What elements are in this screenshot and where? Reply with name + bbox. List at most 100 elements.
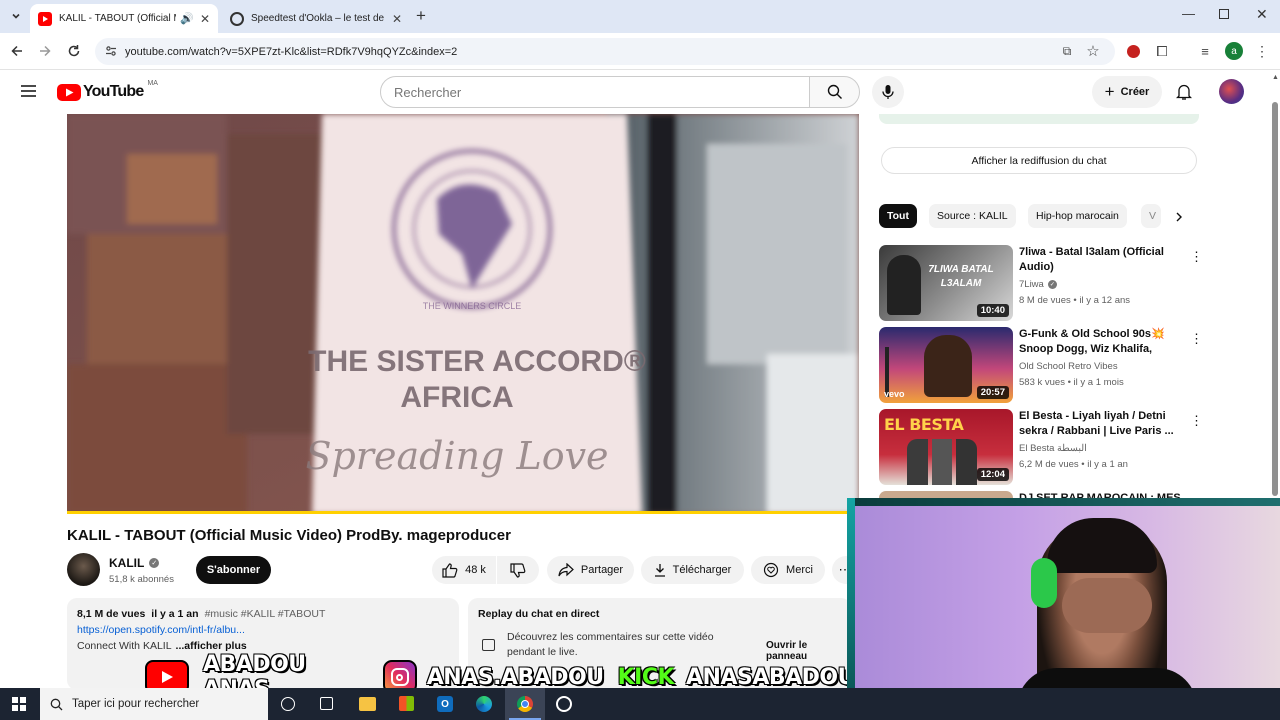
video-thumbnail[interactable]: vevo 20:57 (879, 327, 1013, 403)
upload-age: il y a 1 an (151, 608, 199, 620)
like-count: 48 k (465, 564, 486, 576)
download-button[interactable]: Télécharger (641, 556, 744, 584)
video-player[interactable]: THE SISTER ACCORD® AFRICA Spreading Love… (67, 114, 859, 514)
tab-speedtest[interactable]: Speedtest d'Ookla – le test de ✕ (222, 4, 410, 33)
more-options-icon[interactable]: ⋮ (1190, 249, 1203, 265)
url-text: youtube.com/watch?v=5XPE7zt-Klc&list=RDf… (125, 45, 458, 58)
media-controls-icon[interactable]: ≡ (1196, 42, 1214, 60)
verified-badge-icon: ✓ (149, 558, 160, 568)
channel-avatar[interactable] (67, 553, 100, 586)
speedtest-taskbar-icon[interactable] (556, 696, 572, 712)
reload-button[interactable] (65, 42, 83, 60)
dislike-button[interactable] (497, 556, 539, 584)
minimize-button[interactable]: — (1182, 6, 1195, 21)
bookmark-star-icon[interactable]: ☆ (1084, 42, 1102, 60)
close-tab-icon[interactable]: ✕ (200, 12, 210, 26)
show-more-link[interactable]: ...afficher plus (176, 640, 247, 652)
subscriber-count: 51,8 k abonnés (109, 574, 174, 585)
chips-next-button[interactable] (1168, 206, 1190, 228)
account-avatar[interactable] (1219, 79, 1244, 104)
maximize-button[interactable] (1219, 9, 1229, 19)
chip-all[interactable]: Tout (879, 204, 917, 228)
notifications-button[interactable] (1175, 83, 1193, 106)
channel-name[interactable]: 7Liwa ✓ (1019, 279, 1057, 290)
share-arrow-icon (558, 563, 574, 577)
download-icon (654, 564, 665, 577)
like-button[interactable]: 48 k (432, 556, 496, 584)
taskbar-chrome-active[interactable] (505, 688, 545, 720)
hashtags[interactable]: #music #KALIL #TABOUT (205, 608, 326, 620)
search-input[interactable]: Rechercher (380, 76, 810, 108)
youtube-logo[interactable]: YouTube MA (57, 80, 158, 102)
chat-replay-text: Découvrez les commentaires sur cette vid… (507, 630, 737, 660)
thumbnail-title: EL BESTA (884, 415, 964, 434)
instagram-handle: ANAS.ABADOU (426, 664, 604, 690)
video-title[interactable]: El Besta - Liyah liyah / Detni sekra / R… (1019, 409, 1187, 439)
profile-avatar[interactable]: a (1225, 42, 1243, 60)
thanks-button[interactable]: Merci (751, 556, 825, 584)
recommended-video[interactable]: EL BESTA 12:04 El Besta - Liyah liyah / … (879, 409, 1203, 485)
guide-menu-icon[interactable] (20, 84, 37, 98)
channel-name[interactable]: El Besta البسطة (1019, 443, 1087, 454)
channel-label: 7Liwa (1019, 279, 1044, 290)
taskbar-search-box[interactable]: Taper ici pour rechercher (40, 688, 268, 720)
view-count: 8,1 M de vues (77, 608, 146, 620)
scrollbar-thumb[interactable] (1272, 102, 1278, 496)
sign-line1: THE SISTER ACCORD® (308, 345, 646, 378)
channel-name[interactable]: Old School Retro Vibes (1019, 361, 1118, 372)
close-tab-icon[interactable]: ✕ (392, 12, 402, 26)
tab-search-dropdown[interactable] (7, 7, 25, 25)
extension-badge-icon[interactable] (1124, 42, 1142, 60)
site-info-icon[interactable] (105, 45, 117, 57)
more-options-icon[interactable]: ⋮ (1190, 331, 1203, 347)
cast-icon[interactable]: ⧉ (1058, 42, 1076, 60)
tab-title: Speedtest d'Ookla – le test de (251, 13, 385, 24)
close-window-button[interactable]: ✕ (1256, 6, 1268, 23)
task-view-icon[interactable] (320, 697, 333, 710)
subscribe-button[interactable]: S'abonner (196, 556, 271, 584)
forward-button[interactable] (36, 42, 54, 60)
create-button[interactable]: + Créer (1092, 76, 1162, 108)
outlook-icon[interactable]: O (437, 696, 453, 712)
address-bar[interactable]: youtube.com/watch?v=5XPE7zt-Klc&list=RDf… (95, 38, 1115, 65)
edge-icon[interactable] (476, 696, 492, 712)
recommended-video[interactable]: 7LIWA BATAL L3ALAM 10:40 7liwa - Batal l… (879, 245, 1203, 321)
chip-source-kalil[interactable]: Source : KALIL (929, 204, 1016, 228)
video-title[interactable]: 7liwa - Batal l3alam (Official Audio) (1019, 245, 1187, 275)
share-button[interactable]: Partager (547, 556, 634, 584)
tab-youtube[interactable]: KALIL - TABOUT (Official M 🔊 ✕ (30, 4, 218, 33)
video-title[interactable]: G-Funk & Old School 90s💥 Snoop Dogg, Wiz… (1019, 327, 1187, 357)
spotify-link[interactable]: https://open.spotify.com/intl-fr/albu... (77, 624, 449, 636)
file-explorer-icon[interactable] (359, 697, 376, 711)
chip-partial[interactable]: V (1141, 204, 1161, 228)
streamer-hair (1047, 518, 1157, 573)
search-button[interactable] (809, 76, 860, 108)
windows-start-button[interactable] (12, 697, 26, 711)
chip-moroccan-hiphop[interactable]: Hip-hop marocain (1028, 204, 1127, 228)
taskbar-search-placeholder: Taper ici pour rechercher (72, 698, 200, 710)
microphone-icon (882, 85, 894, 99)
microsoft-store-icon[interactable] (399, 696, 414, 711)
cortana-icon[interactable] (281, 697, 295, 711)
recommended-video[interactable]: vevo 20:57 G-Funk & Old School 90s💥 Snoo… (879, 327, 1203, 403)
audio-playing-icon[interactable]: 🔊 (180, 12, 194, 25)
extensions-puzzle-icon[interactable]: ⧠ (1153, 42, 1171, 60)
new-tab-button[interactable]: + (416, 6, 426, 26)
headset-icon (1031, 558, 1057, 608)
channel-name[interactable]: KALIL (109, 556, 144, 570)
thumbnail-figures (907, 439, 977, 485)
browser-menu-icon[interactable]: ⋮ (1253, 42, 1271, 60)
voice-search-button[interactable] (872, 76, 904, 108)
more-options-icon[interactable]: ⋮ (1190, 413, 1203, 429)
video-duration: 12:04 (976, 468, 1009, 481)
video-thumbnail[interactable]: EL BESTA 12:04 (879, 409, 1013, 485)
show-chat-replay-button[interactable]: Afficher la rediffusion du chat (881, 147, 1197, 174)
video-meta: 6,2 M de vues • il y a 1 an (1019, 459, 1128, 470)
back-button[interactable] (8, 42, 26, 60)
scrollbar-up-arrow[interactable]: ▲ (1272, 74, 1279, 81)
video-thumbnail[interactable]: 7LIWA BATAL L3ALAM 10:40 (879, 245, 1013, 321)
speedtest-favicon-icon (230, 11, 244, 26)
video-title: KALIL - TABOUT (Official Music Video) Pr… (67, 527, 511, 544)
subscribe-label: S'abonner (206, 564, 261, 576)
video-progress-bar[interactable] (67, 511, 859, 514)
